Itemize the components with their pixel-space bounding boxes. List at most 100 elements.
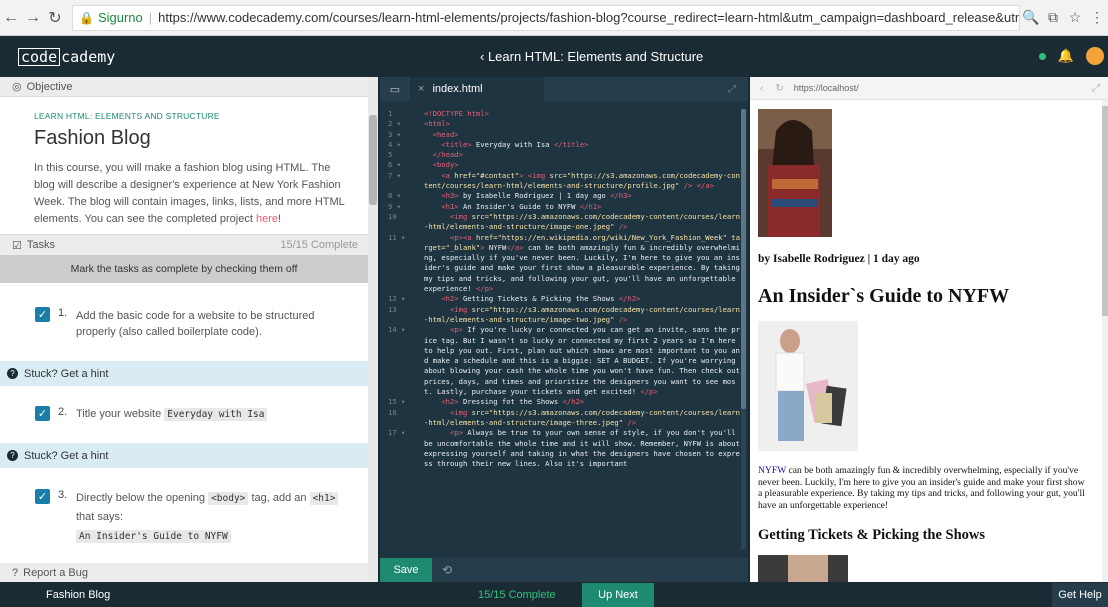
file-tab[interactable]: × index.html (410, 77, 544, 101)
file-name: index.html (432, 83, 483, 95)
fashion-photo-two[interactable] (758, 555, 848, 582)
preview-url: https://localhost/ (793, 83, 859, 93)
description-text: In this course, you will make a fashion … (34, 162, 345, 225)
task-text-part: Directly below the opening (76, 492, 209, 504)
help-circle-icon: ? (12, 566, 19, 579)
task-code: Everyday with Isa (164, 408, 268, 421)
save-button[interactable]: Save (380, 558, 432, 582)
task-item: ✓ 1. Add the basic code for a website to… (0, 283, 368, 361)
task-text: Title your website Everyday with Isa (76, 406, 352, 423)
line-number: 17 ▾ (388, 428, 406, 437)
footer-progress: 15/15 Complete (478, 589, 556, 601)
up-next-button[interactable]: Up Next (582, 583, 654, 607)
nyfw-link[interactable]: NYFW (758, 465, 786, 476)
line-number: 1 (388, 109, 393, 118)
course-kicker: LEARN HTML: ELEMENTS AND STRUCTURE (34, 111, 220, 121)
left-scrollbar[interactable] (368, 77, 378, 582)
task-code: <body> (208, 492, 249, 505)
preview-heading: An Insider`s Guide to NYFW (758, 285, 1010, 307)
task-checkbox[interactable]: ✓ (35, 489, 50, 504)
reload-icon[interactable]: ↻ (775, 83, 783, 94)
task-number: 1. (58, 307, 68, 319)
line-number: 6 ▾ (388, 160, 401, 169)
line-number: 10 (388, 212, 397, 221)
expand-icon[interactable]: ⤢ (1092, 83, 1100, 94)
hint-label: Stuck? Get a hint (24, 367, 109, 380)
get-help-button[interactable]: Get Help (1052, 583, 1108, 607)
line-number: 9 ▾ (388, 202, 401, 211)
bottom-bar: Fashion Blog 15/15 Complete Up Next Get … (0, 583, 1108, 607)
editor-tabs: ▭ × index.html ⤢ (380, 77, 748, 101)
hint-bar[interactable]: ? Stuck? Get a hint (0, 443, 368, 468)
profile-photo[interactable] (758, 109, 832, 237)
back-icon[interactable]: ‹ (760, 83, 763, 94)
preview-scrollbar[interactable] (1102, 100, 1108, 582)
code-content[interactable]: <!DOCTYPE html> <html> <head> <title> Ev… (424, 109, 740, 469)
url-text: https://www.codecademy.com/courses/learn… (158, 10, 1019, 25)
line-number: 5 (388, 150, 393, 159)
preview-paragraph: NYFW can be both amazingly fun & incredi… (758, 465, 1088, 511)
line-number: 15 ▾ (388, 397, 406, 406)
preview-byline: by Isabelle Rodriguez | 1 day ago (758, 253, 920, 265)
bell-icon[interactable]: 🔔 (1058, 48, 1074, 64)
browser-preview: ‹ ↻ https://localhost/ ⤢ by Isabelle Rod… (750, 77, 1108, 582)
url-separator: | (148, 10, 153, 25)
task-text-part: Title your website (76, 408, 165, 420)
preview-subheading: Getting Tickets & Picking the Shows (758, 527, 986, 543)
tasks-count: 15/15 Complete (280, 239, 358, 251)
scroll-thumb[interactable] (369, 115, 377, 205)
footer-title: Fashion Blog (46, 589, 111, 601)
task-item: ✓ 2. Title your website Everyday with Is… (0, 386, 368, 443)
report-label: Report a Bug (23, 566, 88, 579)
folder-icon[interactable]: ▭ (380, 83, 410, 96)
hint-bar[interactable]: ? Stuck? Get a hint (0, 361, 368, 386)
instructions-panel: ◎ Objective LEARN HTML: ELEMENTS AND STR… (0, 77, 378, 582)
description-end: ! (278, 213, 282, 225)
line-number: 16 (388, 408, 397, 417)
close-icon[interactable]: × (418, 83, 424, 95)
translate-icon[interactable]: ⧉ (1042, 9, 1064, 26)
task-checkbox[interactable]: ✓ (35, 307, 50, 322)
fashion-photo-one[interactable] (758, 321, 858, 451)
expand-icon[interactable]: ⤢ (728, 84, 736, 95)
header-actions: 🔔 (1038, 47, 1108, 65)
line-number: 8 ▾ (388, 191, 401, 200)
editor-scrollbar[interactable] (741, 109, 746, 549)
line-number: 7 ▾ (388, 171, 401, 180)
tasks-label: Tasks (26, 239, 55, 251)
line-number: 14 ▾ (388, 325, 406, 334)
logo-code: code (18, 48, 61, 66)
checkbox-icon: ☑ (12, 239, 22, 252)
star-icon[interactable]: ☆ (1064, 9, 1086, 26)
target-icon: ◎ (12, 81, 22, 93)
scroll-thumb[interactable] (741, 109, 746, 409)
logo-rest: cademy (61, 48, 116, 66)
course-link[interactable]: ‹ Learn HTML: Elements and Structure (480, 49, 703, 64)
editor-footer: Save ⟲ (380, 558, 748, 582)
task-text: Add the basic code for a website to be s… (76, 310, 315, 338)
task-checkbox[interactable]: ✓ (35, 406, 50, 421)
objective-label: Objective (26, 80, 73, 93)
task-item: ✓ 3. Directly below the opening <body> t… (0, 468, 368, 563)
line-number: 4 ▾ (388, 140, 401, 149)
codecademy-logo[interactable]: code cademy (18, 48, 115, 66)
line-number: 12 ▾ (388, 294, 406, 303)
reset-icon[interactable]: ⟲ (442, 563, 452, 577)
preview-toolbar: ‹ ↻ https://localhost/ ⤢ (750, 77, 1108, 100)
back-icon[interactable]: ← (0, 9, 22, 27)
reload-icon[interactable]: ↻ (44, 8, 66, 28)
zoom-icon[interactable]: 🔍 (1020, 9, 1042, 26)
lesson-title: Fashion Blog (34, 127, 151, 149)
avatar[interactable] (1086, 47, 1104, 65)
address-bar[interactable]: 🔒 Sigurno | https://www.codecademy.com/c… (72, 4, 1020, 31)
report-bug-bar[interactable]: ? Report a Bug (0, 563, 368, 582)
line-number: 13 (388, 305, 397, 314)
completed-project-link[interactable]: here (256, 213, 278, 225)
objective-bar: ◎ Objective (0, 77, 378, 97)
menu-icon[interactable]: ⋮ (1086, 9, 1108, 26)
line-number: 2 ▾ (388, 119, 401, 128)
scroll-thumb[interactable] (1102, 106, 1108, 316)
forward-icon[interactable]: → (22, 9, 44, 27)
line-number: 3 ▾ (388, 130, 401, 139)
task-text-part: that says: (76, 511, 124, 523)
